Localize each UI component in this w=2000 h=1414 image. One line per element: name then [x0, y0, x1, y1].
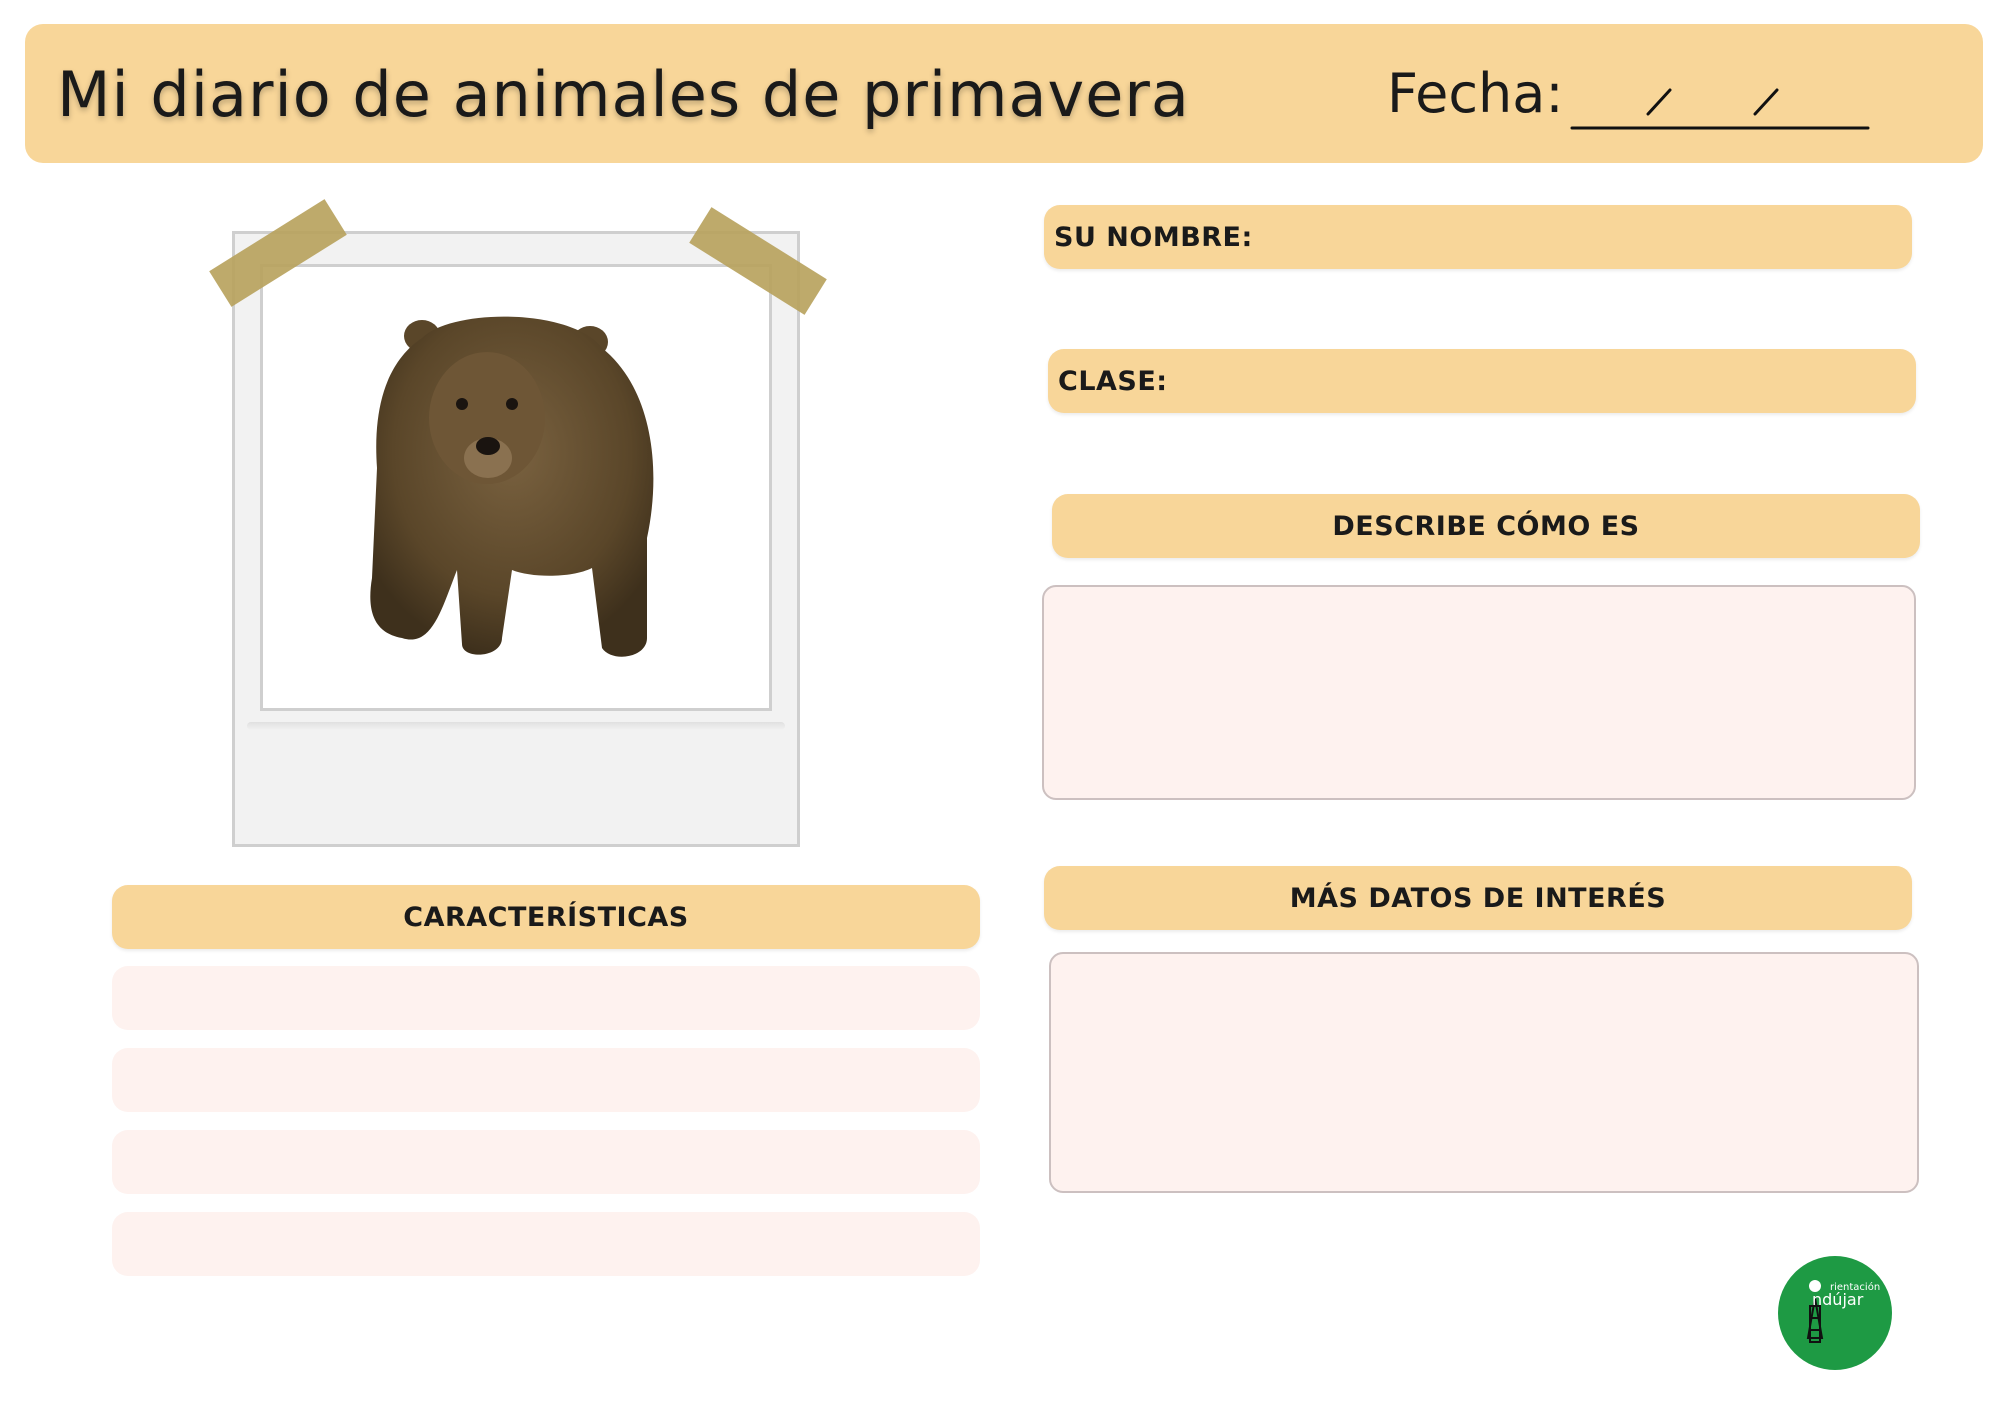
header-banner: Mi diario de animales de primavera Fecha… — [25, 24, 1983, 163]
polaroid-divider — [247, 722, 785, 730]
name-field[interactable]: SU NOMBRE: — [1044, 205, 1912, 269]
characteristic-line-4[interactable] — [112, 1212, 980, 1276]
describe-label: DESCRIBE CÓMO ES — [1332, 510, 1640, 542]
date-field[interactable] — [1570, 24, 1870, 163]
date-label: Fecha: — [1387, 62, 1564, 125]
name-label: SU NOMBRE: — [1054, 221, 1253, 253]
characteristics-header: CARACTERÍSTICAS — [112, 885, 980, 949]
more-data-header: MÁS DATOS DE INTERÉS — [1044, 866, 1912, 930]
characteristics-label: CARACTERÍSTICAS — [403, 901, 689, 933]
characteristic-line-1[interactable] — [112, 966, 980, 1030]
describe-textarea[interactable] — [1042, 585, 1916, 800]
orientacion-andujar-logo: rientación ndújar — [1778, 1256, 1892, 1370]
more-data-label: MÁS DATOS DE INTERÉS — [1289, 882, 1667, 914]
class-field[interactable]: CLASE: — [1048, 349, 1916, 413]
characteristic-line-3[interactable] — [112, 1130, 980, 1194]
bear-image — [370, 316, 654, 657]
describe-header: DESCRIBE CÓMO ES — [1052, 494, 1920, 558]
more-data-textarea[interactable] — [1049, 952, 1919, 1193]
logo-text-main: ndújar — [1812, 1290, 1864, 1309]
class-label: CLASE: — [1058, 365, 1168, 397]
characteristic-line-2[interactable] — [112, 1048, 980, 1112]
page-title: Mi diario de animales de primavera — [57, 58, 1190, 131]
